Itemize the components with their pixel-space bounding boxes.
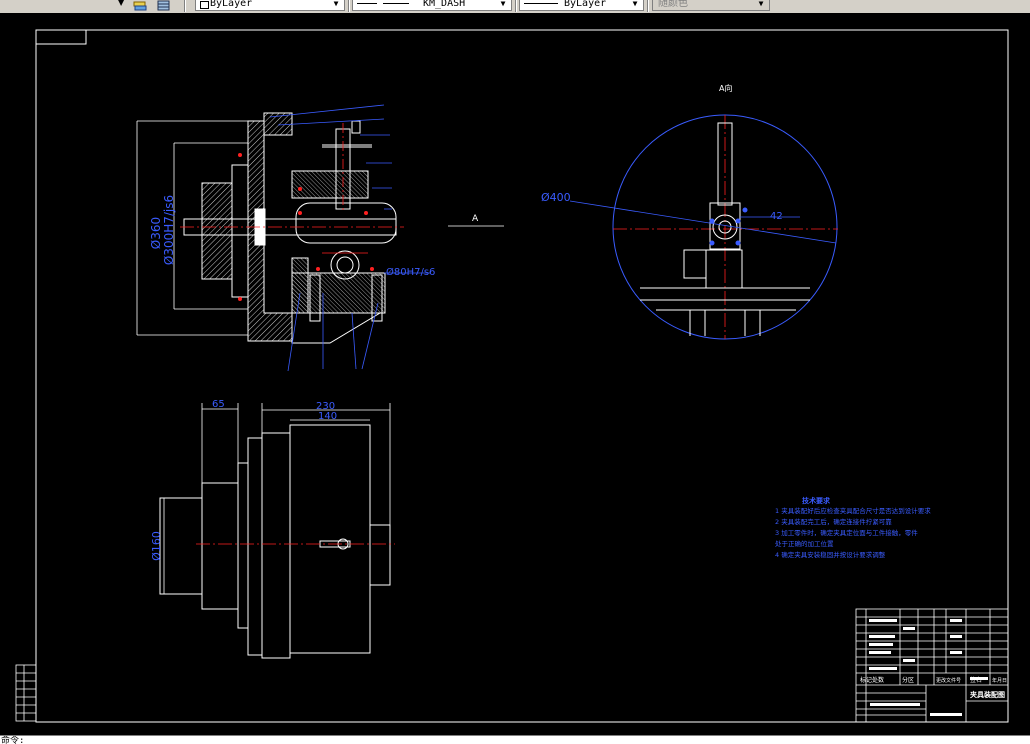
color-combo-value: ByLayer	[210, 0, 253, 9]
tech-req-line: 1 夹具装配好后应检查夹具配合尺寸是否达到设计要求	[775, 506, 931, 515]
title-block-header-cell: 更改文件号	[936, 677, 961, 684]
drawing-border	[35, 29, 1009, 723]
title-block-header-cell: 年月日	[992, 677, 1007, 684]
color-control-combo[interactable]: ByLayer ▼	[195, 0, 345, 11]
toolbar-separator	[184, 0, 186, 12]
lineweight-control-combo[interactable]: ByLayer ▼	[519, 0, 644, 11]
tech-req-line: 3 加工零件时，确定夹具定位面与工件接触，零件	[775, 528, 918, 537]
title-block-drawing-name: 夹具装配图	[970, 690, 1005, 699]
title-block-header-cell: 分区	[902, 676, 914, 684]
dim-42-text: 42	[770, 211, 783, 222]
drawing-canvas[interactable]: Ø360 Ø300H7/js6 Ø80H7/s6 A A向 Ø400 42 65…	[0, 13, 1030, 735]
plotstyle-control-combo: 随颜色 ▼	[652, 0, 770, 11]
color-swatch-icon	[200, 1, 209, 9]
tech-req-line: 4 确定夹具安装稳固并按设计要求调整	[775, 550, 886, 559]
chevron-down-icon[interactable]: ▼	[330, 0, 342, 10]
dim-140-text: 140	[318, 411, 337, 422]
chevron-down-icon[interactable]: ▼	[629, 0, 641, 10]
linetype-preview	[383, 3, 409, 4]
dim-d300-text: Ø300H7/js6	[162, 195, 176, 265]
side-view: 65 230 140 Ø160	[150, 399, 395, 659]
tech-req-line: 处于正确的加工位置	[775, 539, 834, 548]
section-label-a: A	[472, 214, 479, 224]
title-block-header-cell: 签名	[970, 676, 982, 684]
plotstyle-combo-value: 随颜色	[658, 0, 688, 9]
dim-65-text: 65	[212, 399, 225, 410]
properties-toolbar: ▼ ByLayer ▼ KM_DASH ▼ ByLayer ▼ 随颜色 ▼	[0, 0, 1030, 14]
left-edge-table	[15, 664, 37, 722]
lineweight-preview	[524, 3, 558, 4]
dim-d160-text: Ø160	[150, 531, 163, 561]
linetype-combo-value: KM_DASH	[423, 0, 466, 9]
dim-d400-text: Ø400	[541, 191, 571, 204]
dim-d80-text: Ø80H7/s6	[386, 266, 435, 278]
dim-d360-text: Ø360	[149, 217, 163, 249]
tech-req-line: 2 夹具装配完工后，确定连接件拧紧可靠	[775, 517, 892, 526]
linetype-preview	[357, 3, 377, 4]
main-section-view: Ø360 Ø300H7/js6 Ø80H7/s6	[136, 104, 435, 372]
toolbar-separator	[515, 0, 517, 12]
toolbar-separator	[348, 0, 350, 12]
view-a: A向 Ø400 42	[541, 83, 838, 340]
tech-req-title: 技术要求	[802, 496, 831, 505]
chevron-down-icon: ▼	[758, 0, 764, 8]
title-block-header-cell: 标记	[860, 676, 872, 684]
chevron-down-icon[interactable]: ▼	[497, 0, 509, 10]
toolbar-separator	[647, 0, 649, 12]
technical-requirements: 技术要求 1 夹具装配好后应检查夹具配合尺寸是否达到设计要求 2 夹具装配完工后…	[775, 496, 931, 559]
layer-previous-icon[interactable]	[156, 0, 172, 12]
title-block-header-cell: 处数	[872, 676, 884, 684]
corner-box	[35, 29, 87, 45]
section-arrow-a: A	[448, 214, 504, 227]
layer-states-icon[interactable]	[132, 0, 148, 12]
cad-drawing: Ø360 Ø300H7/js6 Ø80H7/s6 A A向 Ø400 42 65…	[15, 29, 1009, 723]
dropdown-arrow-icon[interactable]: ▼	[118, 0, 124, 10]
lineweight-combo-value: ByLayer	[564, 0, 607, 9]
title-block-fills	[869, 619, 988, 716]
linetype-control-combo[interactable]: KM_DASH ▼	[352, 0, 512, 11]
view-a-title: A向	[719, 83, 732, 93]
